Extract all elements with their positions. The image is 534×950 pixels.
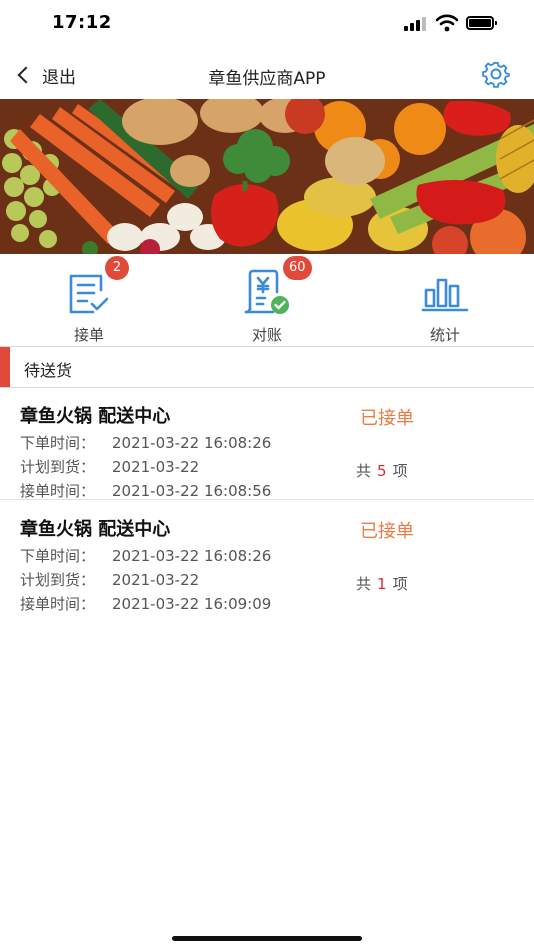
accept-time-row: 接单时间： 2021-03-22 16:08:56: [20, 480, 271, 501]
home-indicator[interactable]: [172, 936, 362, 941]
page-title: 章鱼供应商APP: [208, 69, 326, 89]
banner-vegetables-image: [0, 99, 534, 254]
divider: [0, 499, 534, 500]
item-count: 共1项: [356, 573, 408, 594]
status-time: 17:12: [52, 12, 112, 33]
order-card[interactable]: 章鱼火锅 配送中心 下单时间： 2021-03-22 16:08:26 计划到货：…: [0, 388, 534, 500]
battery-icon: [466, 16, 497, 30]
menu-item-label: 对账: [251, 326, 282, 344]
order-card[interactable]: 章鱼火锅 配送中心 下单时间： 2021-03-22 16:08:26 计划到货：…: [0, 501, 534, 613]
planned-arrival-label: 计划到货：: [20, 458, 96, 476]
order-time-row: 下单时间： 2021-03-22 16:08:26: [20, 545, 271, 566]
order-status: 已接单: [360, 521, 414, 542]
count-prefix: 共: [356, 575, 372, 593]
item-count: 共5项: [356, 460, 408, 481]
count-number: 1: [377, 575, 387, 593]
order-time-label: 下单时间：: [20, 434, 96, 452]
menu-item-label: 接单: [73, 326, 104, 344]
statistics-icon: [421, 278, 469, 312]
section-title: 待送货: [24, 361, 73, 380]
order-status: 已接单: [360, 408, 414, 429]
planned-arrival-value: 2021-03-22: [112, 458, 200, 476]
planned-arrival-value: 2021-03-22: [112, 571, 200, 589]
order-title: 章鱼火锅 配送中心: [20, 406, 171, 427]
section-header: 待送货: [0, 347, 534, 388]
accept-time-value: 2021-03-22 16:08:56: [112, 482, 272, 500]
count-suffix: 项: [392, 575, 408, 593]
planned-arrival-label: 计划到货：: [20, 571, 96, 589]
count-number: 5: [377, 462, 387, 480]
menu-item-reconcile[interactable]: 60 对账: [197, 254, 337, 346]
reconcile-icon: [244, 269, 289, 314]
order-title: 章鱼火锅 配送中心: [20, 519, 171, 540]
menu-item-label: 统计: [429, 326, 460, 344]
accept-time-row: 接单时间： 2021-03-22 16:09:09: [20, 593, 271, 614]
reconcile-count-badge: 60: [283, 256, 312, 280]
wifi-icon: [436, 14, 458, 32]
receive-order-icon: [69, 274, 109, 314]
quick-menu: 2 接单 60 对账 统计: [0, 254, 534, 347]
count-suffix: 项: [392, 462, 408, 480]
planned-arrival-row: 计划到货： 2021-03-22: [20, 456, 199, 477]
section-accent-bar: [0, 347, 10, 387]
cellular-signal-icon: [404, 17, 428, 31]
order-time-row: 下单时间： 2021-03-22 16:08:26: [20, 432, 271, 453]
nav-bar: 退出 章鱼供应商APP: [0, 50, 534, 99]
order-time-value: 2021-03-22 16:08:26: [112, 547, 272, 565]
accept-time-label: 接单时间：: [20, 482, 96, 500]
status-bar: 17:12: [0, 0, 534, 50]
menu-item-receive-order[interactable]: 2 接单: [19, 254, 159, 346]
planned-arrival-row: 计划到货： 2021-03-22: [20, 569, 199, 590]
menu-item-statistics[interactable]: 统计: [375, 254, 515, 346]
accept-time-value: 2021-03-22 16:09:09: [112, 595, 272, 613]
settings-gear-icon[interactable]: [482, 60, 510, 88]
order-count-badge: 2: [105, 256, 129, 280]
order-time-label: 下单时间：: [20, 547, 96, 565]
order-time-value: 2021-03-22 16:08:26: [112, 434, 272, 452]
count-prefix: 共: [356, 462, 372, 480]
accept-time-label: 接单时间：: [20, 595, 96, 613]
